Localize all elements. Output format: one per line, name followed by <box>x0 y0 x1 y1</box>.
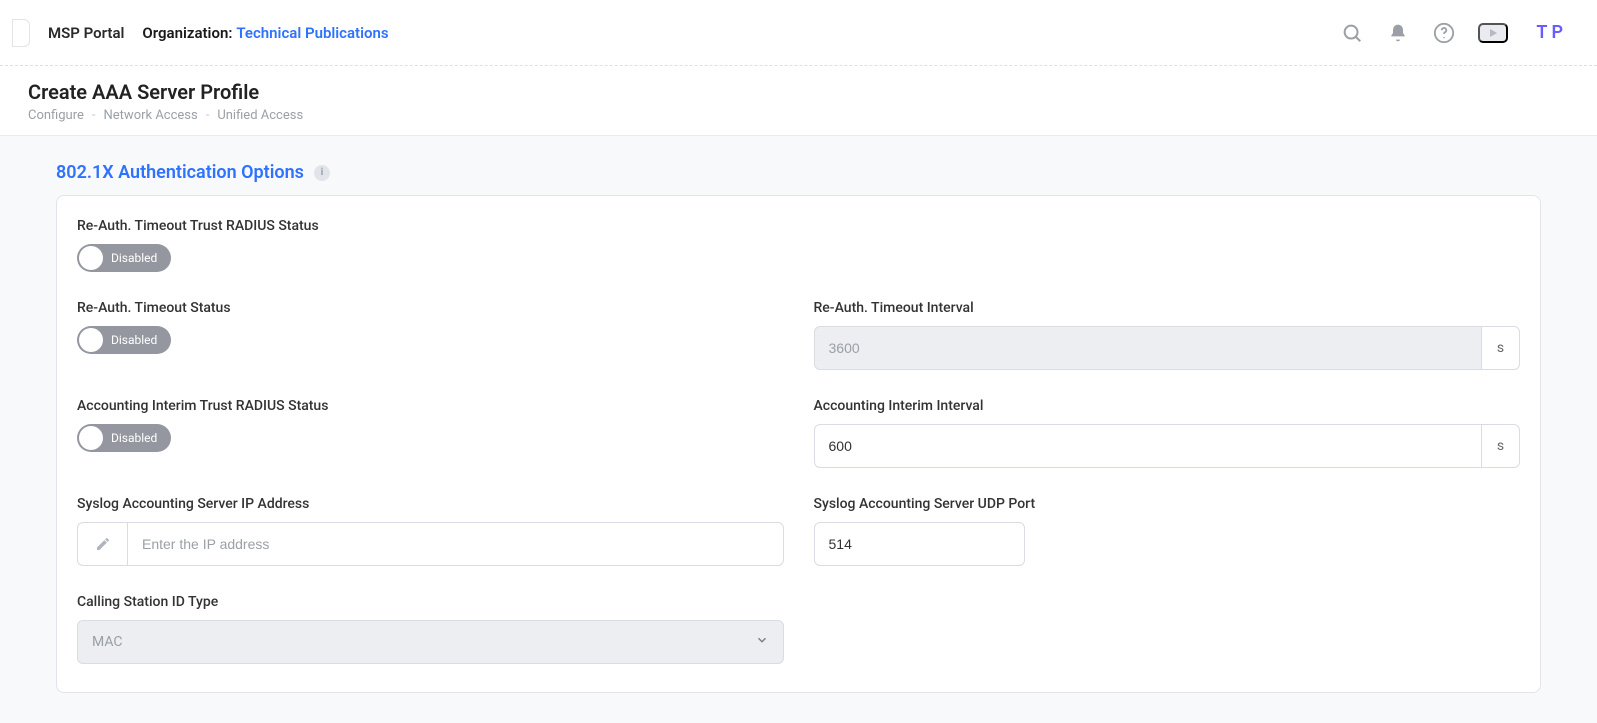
field-label: Re-Auth. Timeout Interval <box>814 300 1521 316</box>
breadcrumb-sep: - <box>206 108 210 123</box>
field-syslog-ip: Syslog Accounting Server IP Address <box>77 496 784 566</box>
section-header: 802.1X Authentication Options i <box>28 156 1569 195</box>
content-area: 802.1X Authentication Options i Re-Auth.… <box>0 136 1597 723</box>
field-reauth-timeout-status: Re-Auth. Timeout Status Disabled <box>77 300 784 370</box>
info-icon[interactable]: i <box>314 165 330 181</box>
field-label: Re-Auth. Timeout Status <box>77 300 784 316</box>
field-label: Re-Auth. Timeout Trust RADIUS Status <box>77 218 1520 234</box>
field-acct-interim-trust-radius: Accounting Interim Trust RADIUS Status D… <box>77 398 784 468</box>
field-label: Accounting Interim Interval <box>814 398 1521 414</box>
org-label: Organization: <box>142 24 232 42</box>
pencil-icon <box>77 522 127 566</box>
toggle-knob <box>79 246 103 270</box>
unit-seconds: s <box>1482 326 1520 370</box>
bell-icon[interactable] <box>1386 21 1410 45</box>
org-link[interactable]: Technical Publications <box>236 24 388 42</box>
field-label: Syslog Accounting Server UDP Port <box>814 496 1521 512</box>
field-acct-interim-interval: Accounting Interim Interval s <box>814 398 1521 468</box>
reauth-interval-input-group: s <box>814 326 1521 370</box>
toggle-knob <box>79 328 103 352</box>
toggle-text: Disabled <box>111 333 157 347</box>
search-icon[interactable] <box>1340 21 1364 45</box>
breadcrumb-sep: - <box>92 108 96 123</box>
breadcrumb-item[interactable]: Configure <box>28 108 84 123</box>
topbar: MSP Portal Organization: Technical Publi… <box>0 0 1597 66</box>
chevron-down-icon <box>755 633 769 651</box>
unit-seconds: s <box>1482 424 1520 468</box>
toggle-text: Disabled <box>111 251 157 265</box>
help-icon[interactable] <box>1432 21 1456 45</box>
field-label: Syslog Accounting Server IP Address <box>77 496 784 512</box>
calling-station-id-select[interactable]: MAC <box>77 620 784 664</box>
auth-options-panel: Re-Auth. Timeout Trust RADIUS Status Dis… <box>56 195 1541 693</box>
acct-interim-trust-radius-toggle[interactable]: Disabled <box>77 424 171 452</box>
empty-cell <box>814 594 1521 664</box>
acct-interval-input[interactable] <box>814 424 1483 468</box>
topbar-right: T P <box>1340 18 1569 47</box>
play-icon[interactable] <box>1478 23 1508 43</box>
syslog-port-input[interactable] <box>814 522 1025 566</box>
avatar[interactable]: T P <box>1530 18 1569 47</box>
toggle-knob <box>79 426 103 450</box>
page-title: Create AAA Server Profile <box>28 80 1569 104</box>
field-label: Accounting Interim Trust RADIUS Status <box>77 398 784 414</box>
toggle-text: Disabled <box>111 431 157 445</box>
topbar-left: MSP Portal Organization: Technical Publi… <box>12 19 389 47</box>
syslog-ip-input-group <box>77 522 784 566</box>
page-header: Create AAA Server Profile Configure - Ne… <box>0 66 1597 136</box>
acct-interval-input-group: s <box>814 424 1521 468</box>
field-syslog-port: Syslog Accounting Server UDP Port <box>814 496 1521 566</box>
org-group: Organization: Technical Publications <box>142 23 388 42</box>
reauth-trust-radius-toggle[interactable]: Disabled <box>77 244 171 272</box>
reauth-interval-input <box>814 326 1483 370</box>
field-reauth-trust-radius: Re-Auth. Timeout Trust RADIUS Status Dis… <box>77 218 1520 272</box>
select-value: MAC <box>92 634 123 650</box>
syslog-ip-input[interactable] <box>127 522 784 566</box>
breadcrumb: Configure - Network Access - Unified Acc… <box>28 108 1569 123</box>
field-reauth-timeout-interval: Re-Auth. Timeout Interval s <box>814 300 1521 370</box>
portal-label: MSP Portal <box>48 24 124 42</box>
sidebar-collapse-button[interactable] <box>12 19 30 47</box>
section-title: 802.1X Authentication Options <box>56 162 304 183</box>
breadcrumb-item[interactable]: Unified Access <box>217 108 303 123</box>
breadcrumb-item[interactable]: Network Access <box>104 108 198 123</box>
field-calling-station-id: Calling Station ID Type MAC <box>77 594 784 664</box>
reauth-timeout-status-toggle[interactable]: Disabled <box>77 326 171 354</box>
form-grid: Re-Auth. Timeout Trust RADIUS Status Dis… <box>77 218 1520 664</box>
field-label: Calling Station ID Type <box>77 594 784 610</box>
